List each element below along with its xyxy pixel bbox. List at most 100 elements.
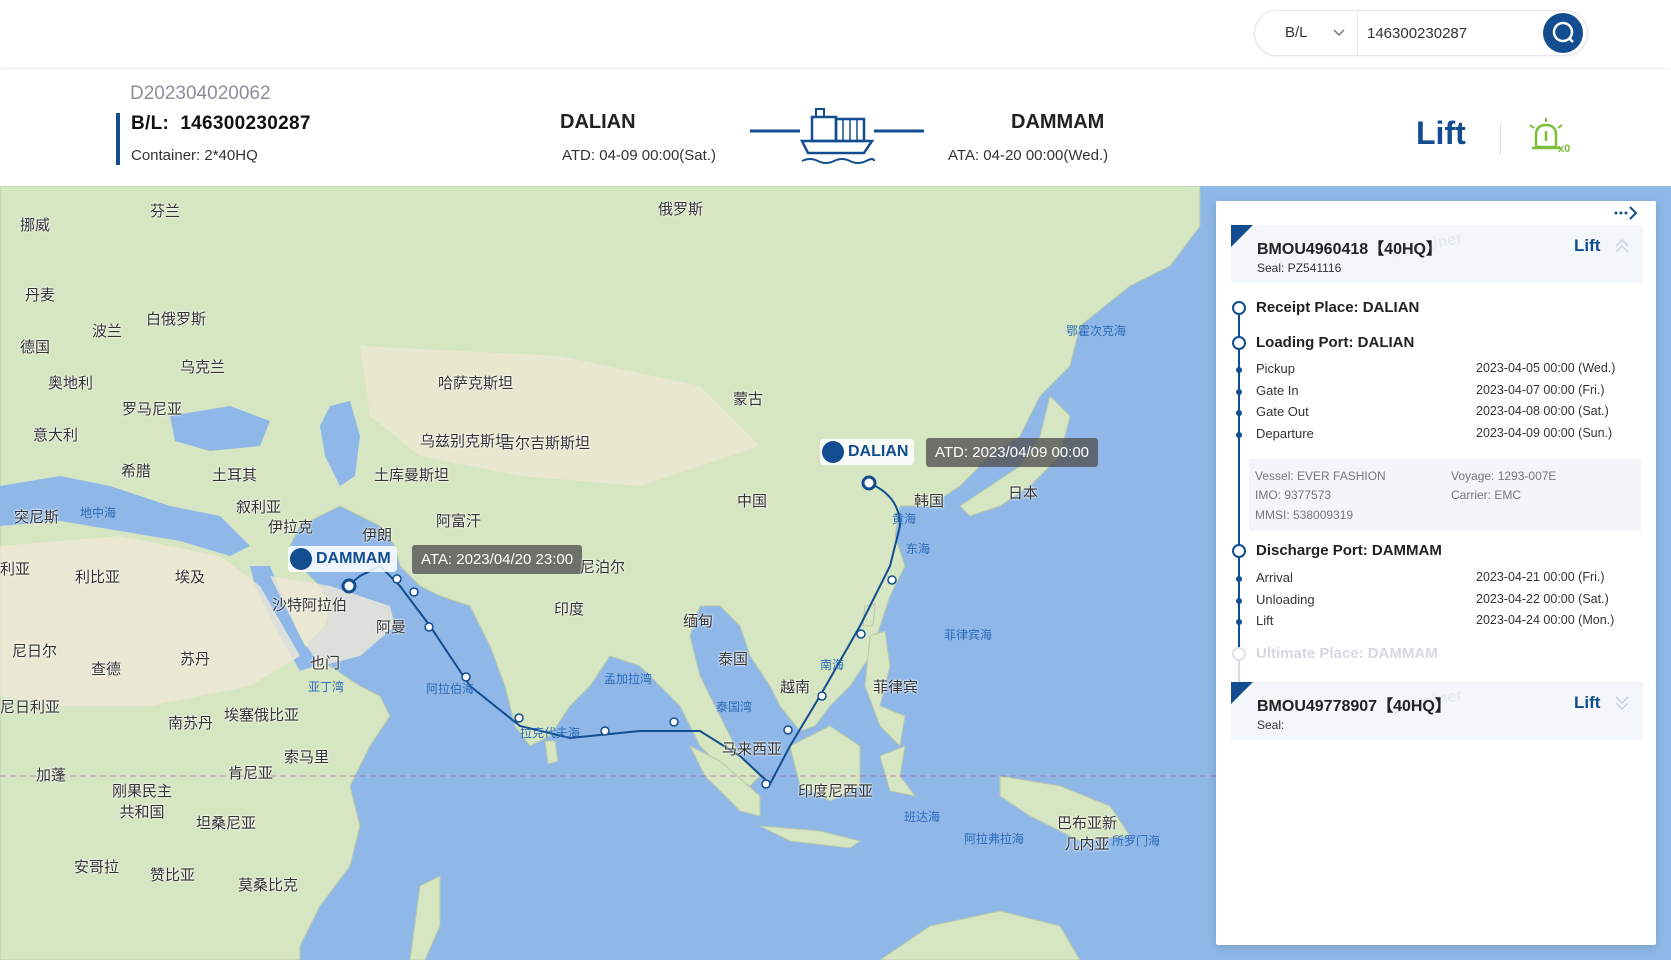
timeline-node: [1232, 301, 1246, 315]
map-label: 蒙古: [733, 390, 764, 408]
event-name: Unloading: [1256, 592, 1315, 607]
atd-time: ATD: 04-09 00:00(Sat.): [562, 147, 716, 164]
search-box: B/L: [1254, 10, 1588, 56]
map-label: 苏丹: [180, 650, 211, 668]
map-label: 俄罗斯: [658, 200, 704, 218]
search-type-select[interactable]: B/L: [1285, 24, 1308, 41]
sea-label: 拉克代夫海: [520, 726, 581, 740]
map-label: 韩国: [914, 492, 945, 510]
event-time: 2023-04-09 00:00 (Sun.): [1476, 426, 1613, 440]
map-label: 德国: [20, 338, 51, 356]
voyage-number: Voyage: 1293-007E: [1451, 469, 1557, 483]
map-label: 挪威: [20, 216, 51, 234]
event-time: 2023-04-24 00:00 (Mon.): [1476, 613, 1615, 627]
container-detail-panel: container BMOU4960418【40HQ】 Seal: PZ5411…: [1216, 201, 1656, 945]
sea-label: 阿拉伯海: [426, 682, 475, 696]
event-time: 2023-04-08 00:00 (Sat.): [1476, 404, 1609, 418]
timeline-node: [1232, 544, 1246, 558]
sea-label: 地中海: [80, 506, 117, 520]
map-label: 奥地利: [48, 374, 94, 392]
ultimate-place: Ultimate Place: DAMMAM: [1256, 645, 1438, 662]
map-label: 阿富汗: [436, 512, 482, 530]
sea-label: 亚丁湾: [308, 680, 345, 694]
map-label: 马来西亚: [722, 740, 783, 758]
origin-port-name: DALIAN: [848, 443, 909, 460]
vessel-name: Vessel: EVER FASHION: [1255, 469, 1386, 483]
map-label: 刚果民主共和国: [111, 782, 172, 821]
land-sri-lanka: [544, 740, 559, 765]
map-label: 突尼斯: [14, 508, 60, 526]
sea-label: 阿拉弗拉海: [964, 832, 1025, 846]
ata-time: ATA: 04-20 00:00(Wed.): [948, 147, 1109, 164]
map-label: 查德: [91, 660, 122, 678]
divider: [1500, 123, 1501, 155]
chevron-down-double-icon[interactable]: [1613, 694, 1631, 712]
container-status: Lift: [1574, 236, 1601, 255]
map-label: 哈萨克斯坦: [438, 374, 514, 392]
origin-marker[interactable]: [861, 475, 877, 491]
divider: [1357, 11, 1358, 55]
destination-marker[interactable]: [341, 578, 357, 594]
map-label: 印度: [554, 600, 585, 618]
map-label: 伊拉克: [268, 518, 314, 536]
discharge-port: Discharge Port: DAMMAM: [1256, 542, 1442, 559]
event-time: 2023-04-05 00:00 (Wed.): [1476, 361, 1616, 375]
seal-number: Seal: PZ541116: [1257, 261, 1342, 275]
sea-label: 班达海: [904, 810, 941, 824]
timeline-dot: [1236, 432, 1242, 438]
sea-label: 东海: [906, 542, 931, 556]
container-number: BMOU4960418【40HQ】: [1257, 241, 1442, 258]
port-icon: [290, 548, 312, 570]
timeline-dot: [1236, 367, 1242, 373]
top-bar: B/L: [0, 0, 1671, 64]
mmsi-number: MMSI: 538009319: [1255, 508, 1354, 522]
carrier: Carrier: EMC: [1451, 488, 1522, 502]
event-time: 2023-04-22 00:00 (Sat.): [1476, 592, 1609, 606]
bl-label: B/L:: [131, 113, 170, 134]
bl-number: B/L: 146300230287: [131, 113, 311, 135]
accent-bar: [116, 113, 120, 165]
map-label: 阿曼: [376, 618, 407, 636]
port-of-loading: DALIAN: [560, 111, 636, 133]
container-card[interactable]: container BMOU49778907【40HQ】 Seal: Lift: [1231, 682, 1643, 740]
search-input[interactable]: [1365, 18, 1529, 48]
map-label: 吉尔吉斯斯坦: [500, 434, 591, 452]
search-button[interactable]: [1543, 13, 1583, 53]
map-label: 加蓬: [36, 766, 67, 784]
map-label: 印度尼西亚: [798, 782, 874, 800]
timeline-dot: [1236, 619, 1242, 625]
expand-panel-icon[interactable]: [1612, 205, 1640, 221]
container-summary: Container: 2*40HQ: [131, 147, 258, 164]
map-label: 白俄罗斯: [146, 310, 207, 328]
map-label: 伊朗: [362, 526, 393, 544]
chevron-up-double-icon[interactable]: [1613, 237, 1631, 255]
map-label: 也门: [310, 654, 341, 672]
sea-label: 孟加拉湾: [604, 672, 653, 686]
timeline-node: [1232, 336, 1246, 350]
origin-tooltip: ATD: 2023/04/09 00:00: [926, 438, 1098, 467]
land-madagascar: [409, 875, 441, 960]
map-label: 肯尼亚: [228, 764, 274, 782]
origin-port-pin[interactable]: DALIAN: [820, 439, 915, 465]
map-label: 南苏丹: [168, 714, 214, 732]
map-label: 莫桑比克: [238, 876, 299, 894]
sea-label: 南海: [820, 658, 845, 672]
land-sulawesi: [879, 745, 917, 797]
alarm-count: x0: [1558, 143, 1571, 155]
sea-label: 鄂霍次克海: [1066, 324, 1127, 338]
timeline-dot: [1236, 576, 1242, 582]
event-time: 2023-04-07 00:00 (Fri.): [1476, 383, 1605, 397]
map-label: 埃塞俄比亚: [224, 706, 300, 724]
event-name: Departure: [1256, 426, 1314, 441]
map-label: 乌克兰: [180, 358, 226, 376]
chevron-down-icon[interactable]: [1331, 24, 1347, 40]
map-label: 波兰: [92, 322, 123, 340]
timeline-dot: [1236, 410, 1242, 416]
container-card[interactable]: container BMOU4960418【40HQ】 Seal: PZ5411…: [1231, 225, 1643, 283]
map-label: 坦桑尼亚: [196, 814, 257, 832]
receipt-place: Receipt Place: DALIAN: [1256, 299, 1420, 316]
map-label: 意大利: [33, 426, 79, 444]
destination-port-pin[interactable]: DAMMAM: [288, 546, 397, 572]
imo-number: IMO: 9377573: [1255, 488, 1332, 502]
order-number: D202304020062: [130, 83, 271, 104]
